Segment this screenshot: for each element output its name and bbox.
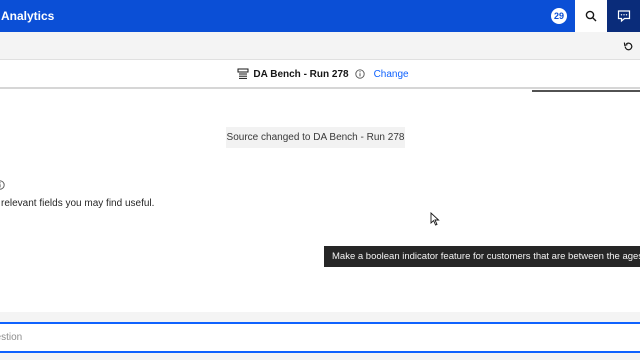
question-input-container bbox=[0, 322, 640, 353]
refresh-icon bbox=[623, 42, 632, 50]
change-source-link[interactable]: Change bbox=[374, 69, 409, 80]
notification-count-badge[interactable]: 29 bbox=[551, 8, 567, 24]
dataset-icon bbox=[237, 68, 249, 79]
refresh-button[interactable] bbox=[620, 38, 636, 54]
source-changed-notice: Source changed to DA Bench - Run 278 bbox=[226, 127, 405, 148]
chat-icon bbox=[617, 10, 630, 23]
input-top-spacer bbox=[0, 312, 640, 322]
question-input[interactable] bbox=[0, 324, 640, 351]
search-button[interactable] bbox=[575, 0, 607, 32]
footer-strip bbox=[0, 353, 640, 360]
source-name: DA Bench - Run 278 bbox=[253, 68, 349, 80]
panel-divider bbox=[532, 90, 640, 92]
top-header: Analytics 29 bbox=[0, 0, 640, 32]
info-icon bbox=[0, 180, 5, 190]
search-icon bbox=[585, 10, 597, 22]
chat-button[interactable] bbox=[607, 0, 640, 32]
secondary-toolbar bbox=[0, 32, 640, 60]
info-icon[interactable] bbox=[354, 69, 365, 79]
app-title: Analytics bbox=[1, 9, 55, 23]
mouse-cursor-icon bbox=[430, 212, 440, 226]
suggestion-tooltip: Make a boolean indicator feature for cus… bbox=[324, 246, 640, 267]
assistant-message: relevant fields you may find useful. bbox=[1, 198, 155, 209]
source-bar: DA Bench - Run 278 Change bbox=[0, 61, 640, 89]
